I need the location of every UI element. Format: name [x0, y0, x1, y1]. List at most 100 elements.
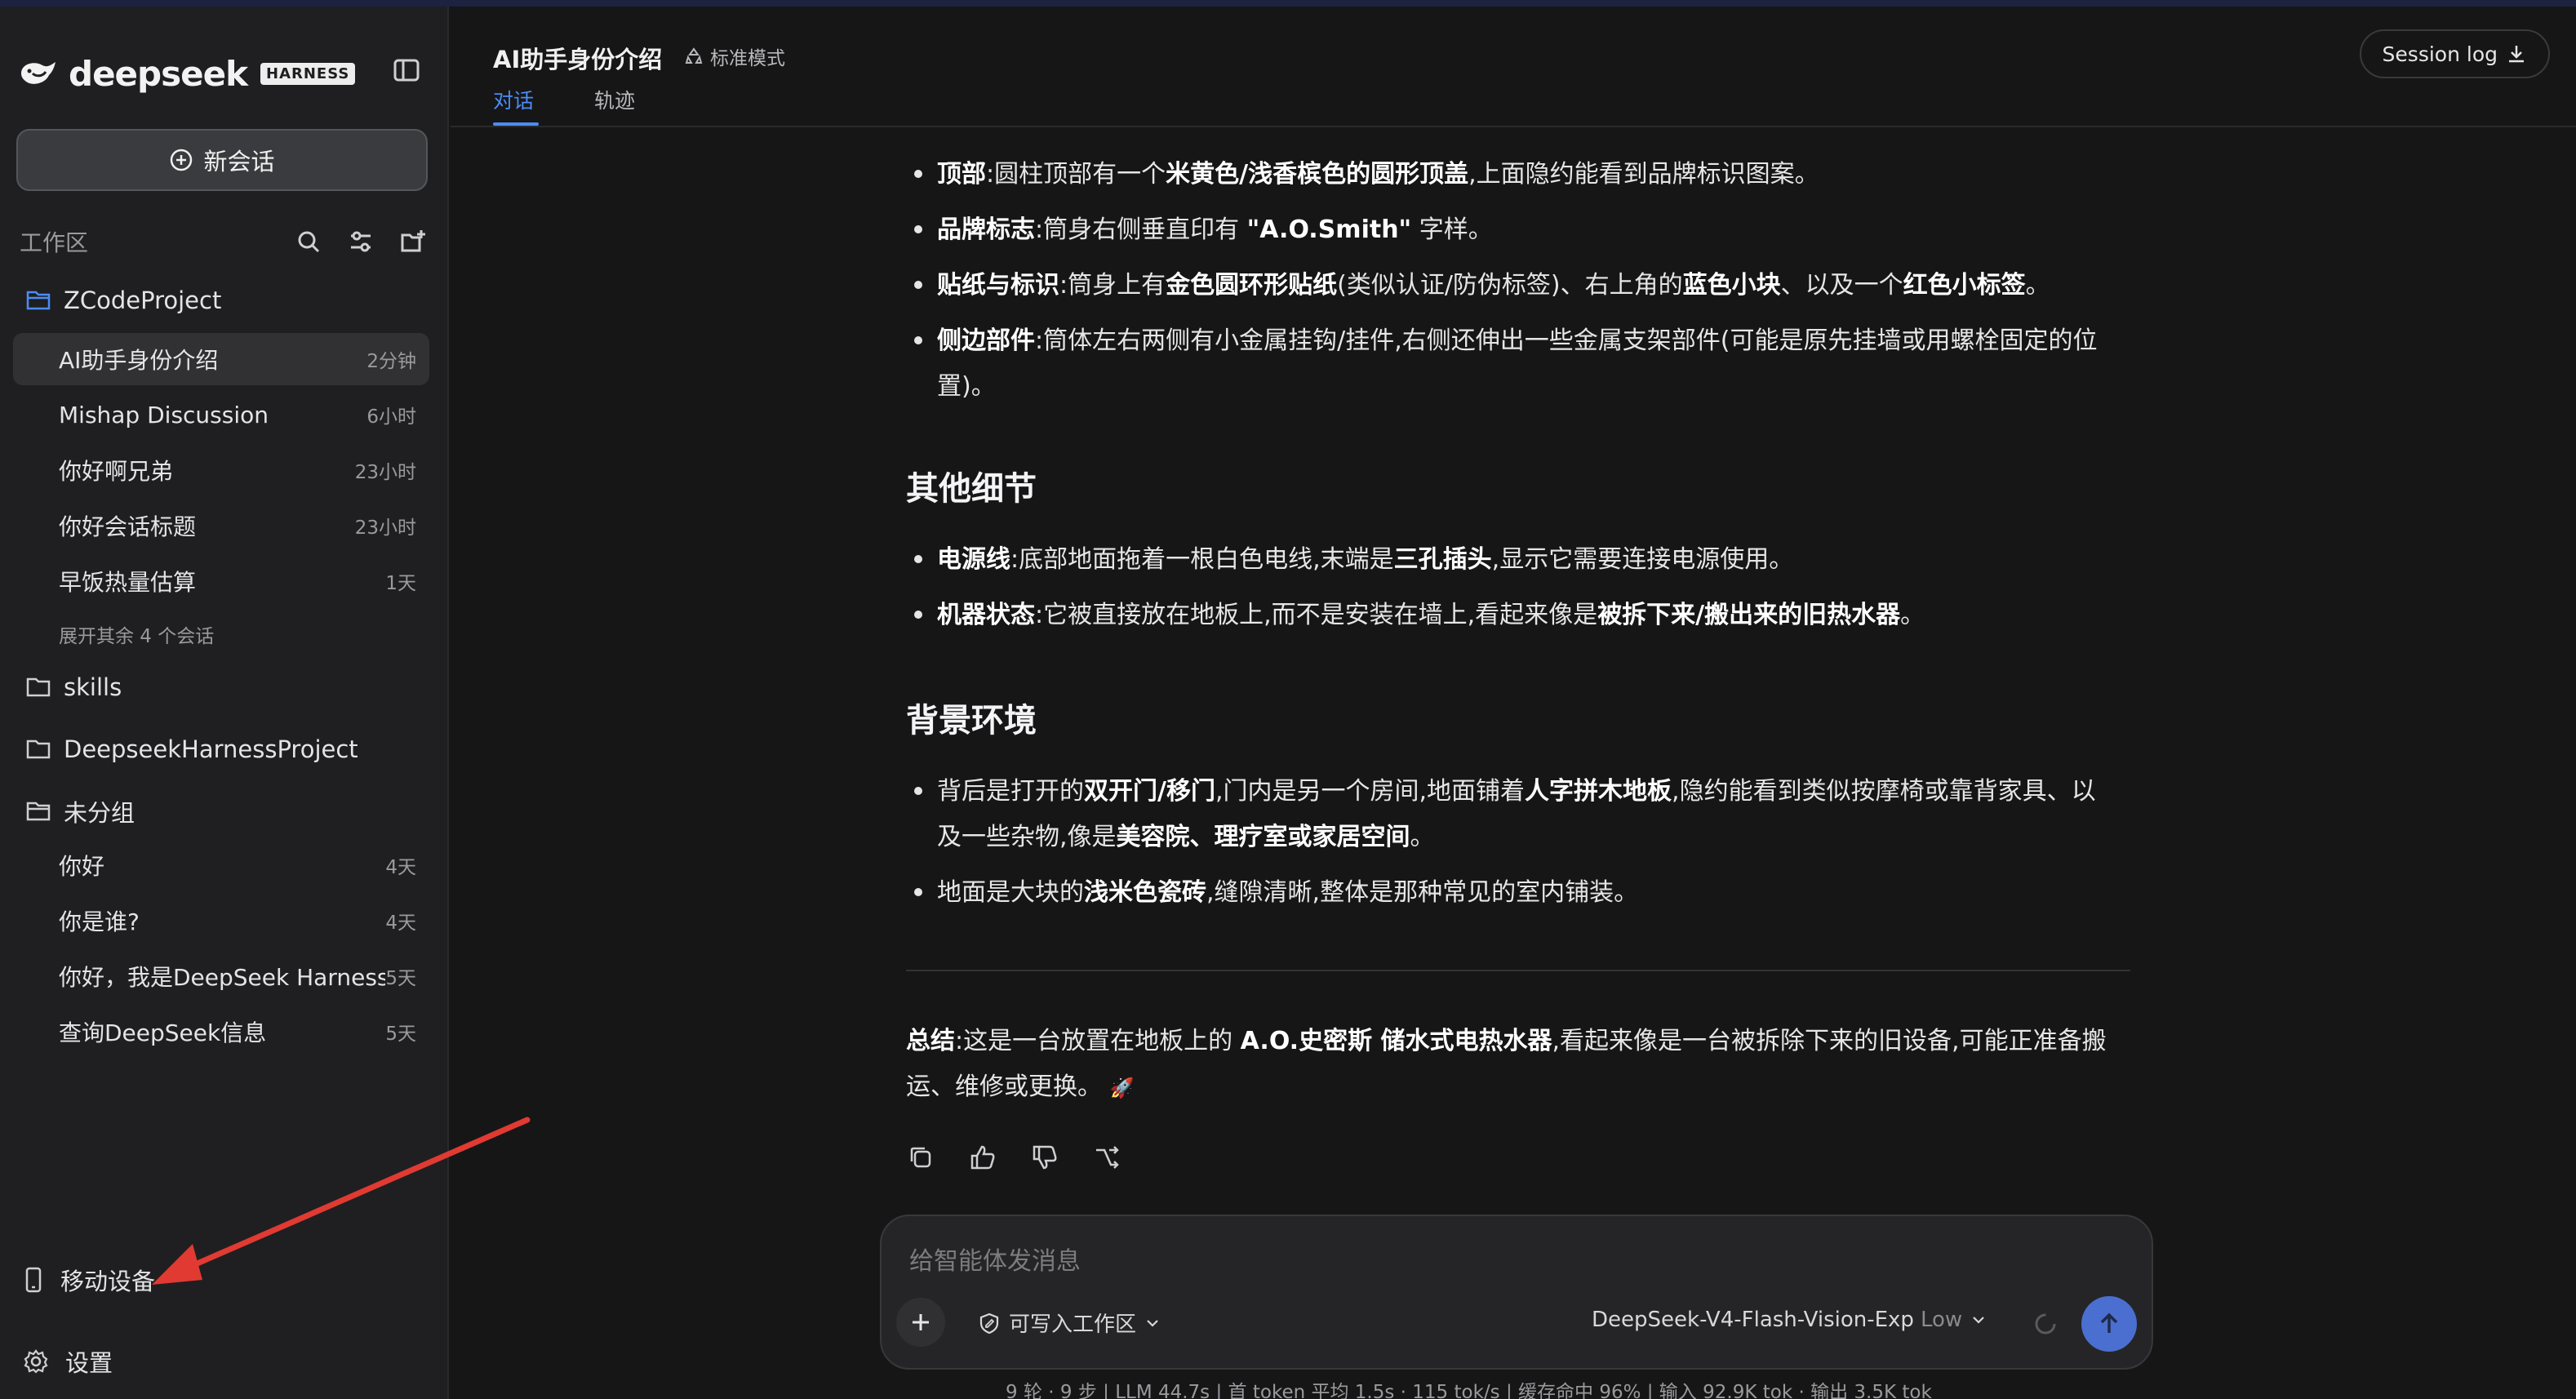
session-log-button[interactable]: Session log	[2359, 29, 2550, 78]
mode-label: 标准模式	[710, 48, 785, 69]
bold-text: 人字拼木地板	[1525, 777, 1672, 806]
plus-icon	[913, 1314, 929, 1330]
text-run: :筒体左右两侧有小金属挂钩/挂件,右侧还伸出一些金属支架部件(可能是原先挂墙或用…	[937, 326, 2098, 401]
session-item[interactable]: AI助手身份介绍 2分钟	[13, 333, 429, 385]
session-time: 5天	[385, 968, 416, 989]
session-item[interactable]: 早饭热量估算 1天	[13, 555, 429, 607]
session-time: 23小时	[354, 462, 416, 483]
session-item[interactable]: 查询DeepSeek信息 5天	[13, 1006, 429, 1058]
bullet-dot	[914, 787, 922, 795]
list-item: 顶部:圆柱顶部有一个米黄色/浅香槟色的圆形顶盖,上面隐约能看到品牌标识图案。	[908, 152, 2132, 198]
new-folder-icon[interactable]	[398, 227, 428, 256]
session-item[interactable]: Mishap Discussion 6小时	[13, 389, 429, 441]
message-input[interactable]: 给智能体发消息	[909, 1241, 1081, 1277]
toggle-sidebar-icon[interactable]	[390, 54, 423, 87]
workspace-permission-dropdown[interactable]: 可写入工作区	[978, 1308, 1170, 1338]
settings-link[interactable]: 设置	[23, 1343, 113, 1379]
thumbs-down-button[interactable]	[1028, 1141, 1061, 1174]
session-item[interactable]: 你好 4天	[13, 839, 429, 891]
message-actions	[904, 1141, 1153, 1174]
list-item: 品牌标志:筒身右侧垂直印有 "A.O.Smith" 字样。	[908, 207, 2132, 253]
filter-sliders-icon[interactable]	[346, 227, 375, 256]
expand-more-sessions[interactable]: 展开其余 4 个会话	[59, 620, 214, 648]
tab-trace[interactable]: 轨迹	[594, 85, 635, 114]
session-stats: 9 轮 · 9 步 | LLM 44.7s | 首 token 平均 1.5s …	[1006, 1382, 1932, 1399]
session-time: 6小时	[366, 406, 416, 428]
list-item: 机器状态:它被直接放在地板上,而不是安装在墙上,看起来像是被拆下来/搬出来的旧热…	[908, 593, 2132, 638]
bold-text: 美容院、理疗室或家居空间	[1116, 823, 1410, 851]
folder-skills[interactable]: skills	[26, 669, 122, 705]
bold-text: 米黄色/浅香槟色的圆形顶盖	[1166, 160, 1469, 189]
folder-deepseekharnessproject[interactable]: DeepseekHarnessProject	[26, 731, 358, 767]
thumbs-up-button[interactable]	[966, 1141, 999, 1174]
list-item-text: 顶部:圆柱顶部有一个米黄色/浅香槟色的圆形顶盖,上面隐约能看到品牌标识图案。	[937, 152, 2132, 198]
bullet-dot	[914, 611, 922, 619]
message-composer: 给智能体发消息 可写入工作区 DeepSeek-V4-Flash-Vision-…	[880, 1215, 2153, 1370]
session-item[interactable]: 你好啊兄弟 23小时	[13, 444, 429, 496]
folder-ungrouped[interactable]: 未分组	[26, 793, 135, 829]
text-run: ,缝隙清晰,整体是那种常见的室内铺装。	[1206, 878, 1639, 907]
bold-text: 品牌标志	[937, 215, 1035, 244]
text-run: 。	[1410, 823, 1435, 851]
model-selector[interactable]: DeepSeek-V4-Flash-Vision-Exp Low	[1592, 1308, 1988, 1332]
content-divider	[906, 970, 2130, 971]
tab-conversation[interactable]: 对话	[493, 85, 534, 114]
chevron-down-icon	[1973, 1317, 1984, 1324]
bullet-dot	[914, 888, 922, 896]
sidebar: deepseek HARNESS 新会话 工作区 ZCodeProject AI…	[0, 7, 449, 1399]
new-chat-button[interactable]: 新会话	[16, 129, 428, 191]
bullet-dot	[914, 170, 922, 178]
text-run: :它被直接放在地板上,而不是安装在墙上,看起来像是	[1035, 601, 1598, 629]
session-name: 你好	[59, 853, 105, 880]
attach-button[interactable]	[896, 1298, 945, 1347]
session-name: 你好，我是DeepSeek Harness	[59, 964, 386, 991]
send-button[interactable]	[2081, 1296, 2137, 1352]
brand-name: deepseek	[69, 53, 248, 94]
bold-text: A.O.史密斯 储水式电热水器	[1240, 1027, 1552, 1055]
search-icon[interactable]	[294, 227, 323, 256]
rocket-icon: 🚀	[1109, 1077, 1135, 1099]
list-item-text: 背后是打开的双开门/移门,门内是另一个房间,地面铺着人字拼木地板,隐约能看到类似…	[937, 769, 2116, 860]
session-item[interactable]: 你是谁? 4天	[13, 895, 429, 947]
bullet-dot	[914, 336, 922, 344]
text-run: 字样。	[1411, 215, 1493, 244]
bold-text: 机器状态	[937, 601, 1035, 629]
session-name: AI助手身份介绍	[59, 347, 219, 374]
folder-name: 未分组	[64, 799, 135, 827]
text-run: (类似认证/防伪标签)、右上角的	[1337, 271, 1683, 300]
mode-indicator[interactable]: 标准模式	[684, 42, 785, 70]
brand-logo[interactable]: deepseek HARNESS	[18, 51, 356, 96]
bold-text: 电源线	[937, 545, 1010, 574]
chevron-down-icon	[1147, 1319, 1158, 1327]
folder-icon	[26, 739, 51, 759]
new-chat-label: 新会话	[203, 148, 275, 175]
folder-zcodeproject[interactable]: ZCodeProject	[26, 282, 221, 318]
conversation-title[interactable]: AI助手身份介绍	[493, 41, 662, 75]
model-effort: Low	[1920, 1308, 1963, 1332]
list-item: 贴纸与标识:筒身上有金色圆环形贴纸(类似认证/防伪标签)、右上角的蓝色小块、以及…	[908, 263, 2132, 309]
text-run: 。	[2025, 271, 2050, 300]
folder-icon	[26, 677, 51, 697]
session-item[interactable]: 你好会话标题 23小时	[13, 500, 429, 552]
session-time: 2分钟	[366, 351, 416, 372]
whale-logo-icon	[21, 62, 56, 84]
list-item: 电源线:底部地面拖着一根白色电线,末端是三孔插头,显示它需要连接电源使用。	[908, 537, 2132, 583]
session-log-label: Session log	[2382, 42, 2498, 66]
session-name: 你是谁?	[59, 908, 140, 935]
thumbs-up-icon	[970, 1145, 995, 1170]
loading-spinner-icon	[2035, 1313, 2056, 1335]
session-name: 你好会话标题	[59, 513, 197, 540]
session-name: Mishap Discussion	[59, 401, 269, 429]
bullet-dot	[914, 281, 922, 289]
text-run: :筒身右侧垂直印有	[1035, 215, 1247, 244]
workspace-header: 工作区	[20, 225, 428, 258]
bold-text: 红色小标签	[1903, 271, 2026, 300]
session-item[interactable]: 你好，我是DeepSeek Harness 5天	[13, 950, 429, 1002]
mobile-device-link[interactable]: 移动设备	[23, 1262, 155, 1298]
copy-button[interactable]	[904, 1141, 937, 1174]
folder-open-icon	[26, 802, 51, 821]
summary-paragraph: 总结:这是一台放置在地板上的 A.O.史密斯 储水式电热水器,看起来像是一台被拆…	[906, 1019, 2114, 1111]
arrow-up-icon	[2100, 1312, 2118, 1333]
branch-button[interactable]	[1090, 1141, 1123, 1174]
bold-text: 金色圆环形贴纸	[1166, 271, 1338, 300]
